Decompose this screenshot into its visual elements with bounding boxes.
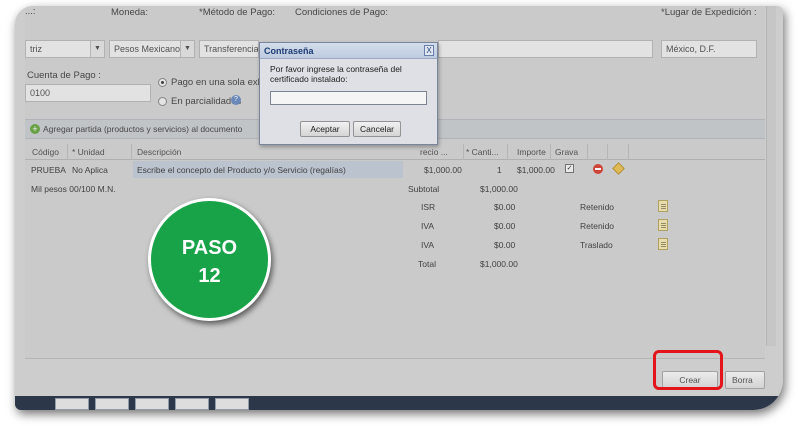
column-divider — [131, 144, 132, 160]
partial-label: ...: — [25, 6, 36, 17]
step-word: PASO — [181, 237, 238, 259]
taskbar — [15, 396, 783, 410]
invoice-app: ...: Moneda: *Método de Pago: Condicione… — [25, 6, 776, 410]
isr-label: ISR — [421, 202, 436, 212]
lugar-expedicion-field[interactable]: México, D.F. — [661, 40, 757, 58]
isr-type: Retenido — [580, 202, 615, 212]
metodo-pago-label: *Método de Pago: — [199, 7, 276, 18]
edit-tax-icon[interactable] — [658, 200, 668, 212]
taskbar-tab[interactable] — [55, 398, 89, 410]
moneda-label: Moneda: — [111, 7, 148, 18]
moneda-select[interactable]: Pesos Mexicanos ▼ — [109, 40, 195, 58]
taskbar-tab[interactable] — [135, 398, 169, 410]
dialog-message: Por favor ingrese la contraseña del cert… — [270, 64, 402, 84]
column-divider — [463, 144, 464, 160]
step-badge: PASO 12 — [148, 198, 271, 321]
condiciones-pago-label: Condiciones de Pago: — [295, 7, 388, 18]
subtotal-value: $1,000.00 — [480, 184, 518, 194]
column-divider — [587, 144, 588, 160]
lugar-expedicion-value: México, D.F. — [666, 44, 716, 54]
cancel-button[interactable]: Cancelar — [353, 121, 401, 137]
subtotal-label: Subtotal — [408, 184, 440, 194]
iva-traslado-label: IVA — [421, 240, 435, 250]
delete-icon[interactable] — [593, 164, 603, 174]
iva-retenido-value: $0.00 — [494, 221, 516, 231]
taskbar-tab[interactable] — [215, 398, 249, 410]
metodo-pago-value: Transferencia — [204, 44, 259, 54]
column-divider — [507, 144, 508, 160]
column-divider — [628, 144, 629, 160]
password-input[interactable] — [270, 91, 427, 105]
chevron-down-icon[interactable]: ▼ — [90, 41, 104, 57]
vertical-scrollbar[interactable] — [766, 6, 776, 346]
lugar-expedicion-label: *Lugar de Expedición : — [661, 7, 757, 18]
column-divider — [67, 144, 68, 160]
column-divider — [550, 144, 551, 160]
step-number: 12 — [198, 265, 221, 287]
add-item-label: Agregar partida (productos y servicios) … — [43, 124, 243, 134]
cell-unidad: No Aplica — [72, 165, 108, 175]
moneda-value: Pesos Mexicanos — [114, 44, 185, 54]
column-header-importe: Importe — [517, 147, 546, 157]
cell-cantidad: 1 — [497, 165, 502, 175]
password-dialog: Contraseña X Por favor ingrese la contra… — [259, 42, 438, 145]
amount-in-words: Mil pesos 00/100 M.N. — [31, 184, 116, 194]
close-icon[interactable]: X — [424, 45, 434, 56]
pago-unico-radio[interactable] — [158, 78, 167, 87]
iva-traslado-value: $0.00 — [494, 240, 516, 250]
parcialidades-radio[interactable] — [158, 97, 167, 106]
metodo-pago-select[interactable]: Transferencia — [199, 40, 259, 58]
pago-unico-label: Pago en una sola exhi — [171, 77, 266, 88]
cuenta-pago-value: 0100 — [30, 88, 51, 98]
help-icon[interactable]: ? — [231, 95, 241, 105]
chevron-down-icon[interactable]: ▼ — [180, 41, 194, 57]
dialog-title: Contraseña — [264, 46, 314, 56]
dialog-titlebar[interactable]: Contraseña X — [260, 43, 437, 59]
borrar-button[interactable]: Borra — [725, 371, 765, 389]
cell-precio: $1,000.00 — [424, 165, 462, 175]
cuenta-pago-label: Cuenta de Pago : — [27, 70, 101, 81]
column-divider — [607, 144, 608, 160]
iva-retenido-label: IVA — [421, 221, 435, 231]
column-header-codigo: Código — [32, 147, 59, 157]
isr-value: $0.00 — [494, 202, 516, 212]
first-select[interactable]: triz ▼ — [25, 40, 105, 58]
first-select-value: triz — [30, 44, 42, 54]
total-label: Total — [418, 259, 436, 269]
crear-highlight-box — [653, 350, 723, 390]
items-table-header: Código * Unidad Descripción recio ... * … — [25, 144, 765, 160]
iva-retenido-type: Retenido — [580, 221, 615, 231]
column-header-grava: Grava — [555, 147, 579, 157]
edit-tax-icon[interactable] — [658, 219, 668, 231]
condiciones-pago-field[interactable] — [438, 40, 653, 58]
column-header-descripcion: Descripción — [137, 147, 182, 157]
taskbar-tab[interactable] — [95, 398, 129, 410]
grava-checkbox[interactable]: ✓ — [565, 164, 574, 173]
column-header-cantidad: * Canti... — [466, 147, 499, 157]
column-header-unidad: * Unidad — [72, 147, 105, 157]
cell-importe: $1,000.00 — [517, 165, 555, 175]
plus-icon: + — [30, 124, 40, 134]
taskbar-tab[interactable] — [175, 398, 209, 410]
iva-traslado-type: Traslado — [580, 240, 613, 250]
edit-tax-icon[interactable] — [658, 238, 668, 250]
cell-descripcion[interactable]: Escribe el concepto del Producto y/o Ser… — [137, 165, 346, 175]
column-header-precio: recio ... — [420, 147, 448, 157]
cuenta-pago-field[interactable]: 0100 — [25, 84, 151, 102]
accept-button[interactable]: Aceptar — [300, 121, 350, 137]
total-value: $1,000.00 — [480, 259, 518, 269]
cell-codigo: PRUEBA — [31, 165, 66, 175]
